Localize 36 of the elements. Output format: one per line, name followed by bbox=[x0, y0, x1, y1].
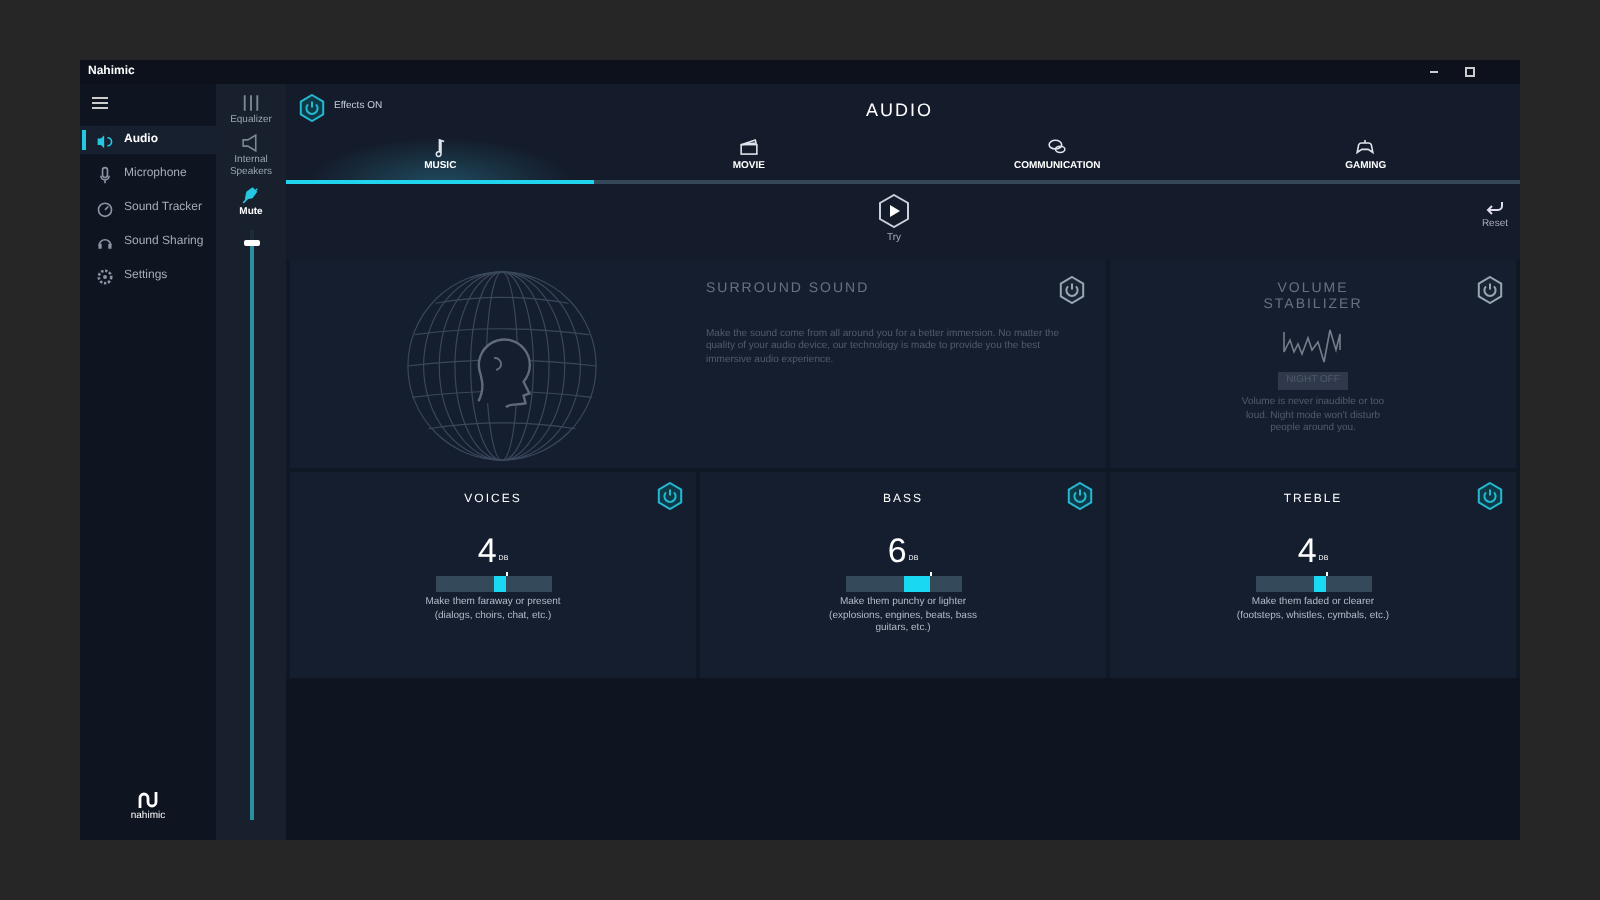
logo-icon bbox=[138, 789, 158, 809]
maximize-icon[interactable] bbox=[1464, 66, 1476, 78]
volume-thumb[interactable] bbox=[243, 239, 259, 246]
undo-icon bbox=[1484, 200, 1505, 216]
sidebar-icon bbox=[96, 131, 114, 149]
gain-fill bbox=[1313, 576, 1327, 592]
tab-icon bbox=[1046, 135, 1069, 157]
gain-fill bbox=[903, 576, 930, 592]
waveform-icon bbox=[1281, 324, 1345, 364]
page-title: AUDIO bbox=[866, 98, 934, 124]
gain-slider[interactable] bbox=[435, 576, 551, 592]
sidebar-icon bbox=[96, 165, 114, 183]
gain-slider[interactable] bbox=[1255, 576, 1371, 592]
sidebar-icon bbox=[96, 199, 114, 217]
power-icon[interactable] bbox=[656, 482, 684, 510]
gain-value: 4 bbox=[477, 534, 497, 568]
gain-slider[interactable] bbox=[845, 576, 961, 592]
sidebar-icon bbox=[96, 233, 114, 251]
menu-icon[interactable] bbox=[92, 96, 108, 110]
minimize-icon[interactable] bbox=[1428, 66, 1440, 78]
sidebar-icon bbox=[96, 267, 114, 285]
power-icon[interactable] bbox=[1476, 276, 1504, 304]
tab-icon bbox=[737, 135, 760, 157]
play-icon bbox=[878, 194, 910, 228]
gain-value: 6 bbox=[887, 534, 907, 568]
device-icon bbox=[240, 92, 262, 114]
power-icon[interactable] bbox=[298, 93, 326, 121]
gain-fill bbox=[493, 576, 507, 592]
power-icon[interactable] bbox=[1058, 276, 1086, 304]
device-icon bbox=[240, 184, 262, 206]
volume-slider[interactable] bbox=[243, 230, 259, 820]
gain-value: 4 bbox=[1297, 534, 1317, 568]
power-icon[interactable] bbox=[1476, 482, 1504, 510]
power-icon[interactable] bbox=[1066, 482, 1094, 510]
gain-marker[interactable] bbox=[929, 572, 932, 576]
device-icon bbox=[240, 132, 262, 154]
